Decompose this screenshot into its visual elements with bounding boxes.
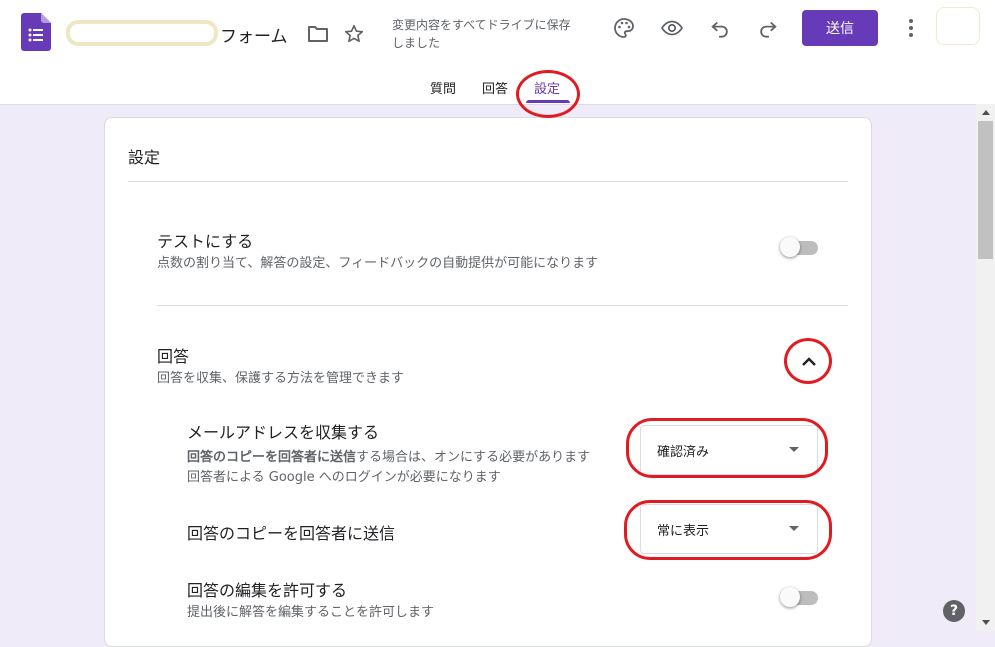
forms-logo-icon[interactable]	[21, 13, 51, 51]
responses-title: 回答	[157, 347, 190, 366]
star-icon[interactable]	[340, 20, 368, 48]
redo-icon[interactable]	[754, 14, 782, 42]
more-vert-icon[interactable]	[897, 14, 925, 42]
divider	[128, 181, 848, 182]
palette-icon[interactable]	[610, 14, 638, 42]
quiz-description: 点数の割り当て、解答の設定、フィードバックの自動提供が可能になります	[157, 256, 599, 271]
send-button[interactable]: 送信	[802, 10, 878, 46]
allow-edit-toggle[interactable]	[780, 587, 818, 607]
top-bar: フォーム 変更内容をすべてドライブに保存しました 送信 質問 回答 設定	[0, 0, 995, 105]
chevron-up-icon[interactable]	[796, 348, 822, 374]
collect-email-title: メールアドレスを収集する	[187, 423, 380, 442]
tab-settings[interactable]: 設定	[534, 78, 560, 97]
send-copy-title: 回答のコピーを回答者に送信	[187, 524, 396, 543]
collect-email-description: 回答のコピーを回答者に送信する場合は、オンにする必要があります	[187, 446, 590, 465]
scroll-down-icon[interactable]	[976, 614, 995, 631]
collect-email-desc-bold: 回答のコピーを回答者に送信	[187, 450, 357, 465]
dropdown-arrow-icon	[789, 526, 799, 531]
form-title[interactable]: フォーム	[220, 22, 288, 47]
form-name-redacted[interactable]	[66, 20, 218, 46]
collect-email-selected: 確認済み	[657, 444, 710, 460]
settings-title: 設定	[128, 148, 161, 167]
collect-email-desc-rest: する場合は、オンにする必要があります	[356, 450, 591, 465]
responses-description: 回答を収集、保護する方法を管理できます	[157, 371, 405, 386]
tab-responses[interactable]: 回答	[482, 78, 508, 97]
preview-eye-icon[interactable]	[658, 14, 686, 42]
collect-email-description-line2: 回答者による Google へのログインが必要になります	[187, 470, 501, 485]
avatar[interactable]	[936, 7, 980, 45]
active-tab-indicator	[526, 100, 570, 103]
quiz-title: テストにする	[157, 232, 254, 251]
allow-edit-description: 提出後に解答を編集することを許可します	[187, 605, 435, 620]
send-copy-selected: 常に表示	[657, 523, 710, 539]
undo-icon[interactable]	[706, 14, 734, 42]
allow-edit-title: 回答の編集を許可する	[187, 581, 348, 600]
save-status: 変更内容をすべてドライブに保存しました	[392, 18, 571, 50]
scroll-up-icon[interactable]	[976, 104, 995, 121]
scrollbar-thumb[interactable]	[978, 121, 993, 259]
help-icon[interactable]: ?	[943, 600, 965, 622]
quiz-toggle[interactable]	[780, 237, 818, 257]
folder-icon[interactable]	[304, 20, 332, 48]
divider	[157, 305, 848, 306]
tab-bar: 質問 回答 設定	[0, 74, 995, 104]
send-copy-select[interactable]: 常に表示	[640, 504, 818, 554]
collect-email-select[interactable]: 確認済み	[640, 425, 818, 475]
dropdown-arrow-icon	[789, 447, 799, 452]
tab-questions[interactable]: 質問	[430, 78, 456, 97]
